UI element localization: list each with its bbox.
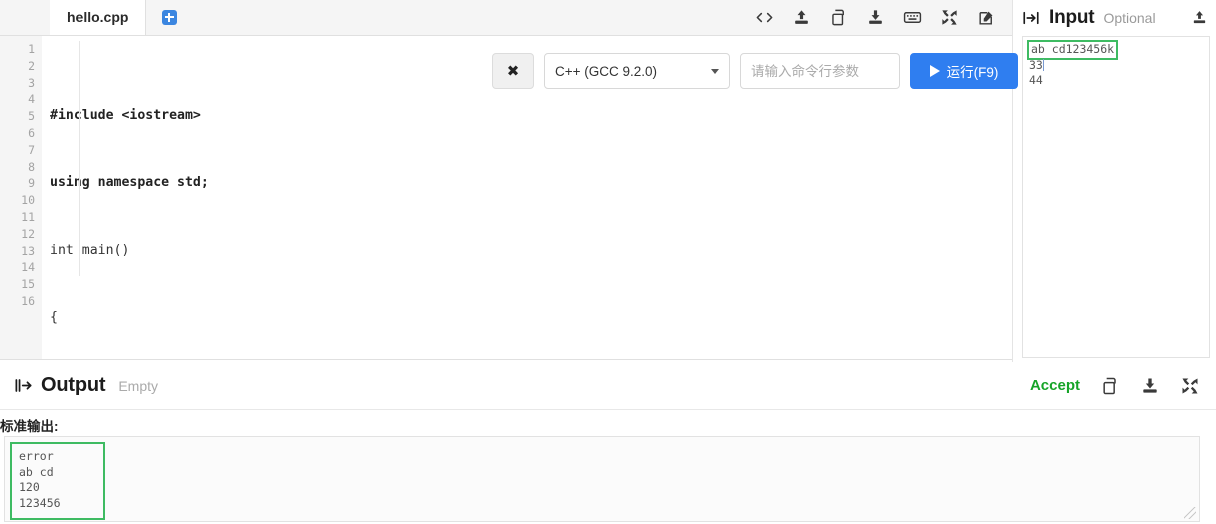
line-number: 2 <box>28 58 35 73</box>
input-optional-label: Optional <box>1103 9 1156 26</box>
stdout-line: error <box>19 449 54 463</box>
code-token-text: std; <box>169 175 209 191</box>
add-tab-button[interactable] <box>146 0 192 35</box>
plus-square-icon <box>161 9 177 25</box>
chevron-down-icon <box>711 68 719 74</box>
output-status: Empty <box>118 377 159 394</box>
download-icon[interactable] <box>866 8 885 27</box>
code-token-keyword: using namespace <box>50 175 170 191</box>
output-body: 标准输出: error ab cd 120 123456 <box>0 411 1216 524</box>
line-number: 13 <box>21 243 35 258</box>
download-icon[interactable] <box>1140 376 1160 396</box>
input-line-highlighted: ab cd123456k <box>1026 40 1203 60</box>
indent-guide <box>79 41 80 276</box>
line-number: 12 <box>21 226 35 241</box>
input-line: 33 <box>1029 58 1203 74</box>
code-line-3: int main() <box>50 242 130 258</box>
line-number: 14 <box>21 260 35 275</box>
input-highlight-box: ab cd123456k <box>1026 40 1119 60</box>
tab-strip-gutter <box>0 0 50 35</box>
edit-icon[interactable] <box>977 8 996 27</box>
fullscreen-icon[interactable] <box>1180 376 1200 396</box>
code-brackets-icon[interactable] <box>755 8 774 27</box>
stdout-line: ab cd <box>19 464 54 479</box>
copy-icon[interactable] <box>1100 376 1120 396</box>
editor-tab-hello-cpp[interactable]: hello.cpp <box>50 0 147 35</box>
line-number: 11 <box>21 209 35 224</box>
stdout-label: 标准输出: <box>0 419 59 434</box>
run-button[interactable]: 运行(F9) <box>910 53 1018 89</box>
editor-toolbar <box>755 0 1012 35</box>
copy-icon[interactable] <box>829 8 848 27</box>
line-number: 8 <box>28 159 35 174</box>
sign-out-arrow-icon <box>14 376 33 395</box>
language-select-value: C++ (GCC 9.2.0) <box>555 63 658 79</box>
stdout-line: 123456 <box>19 495 61 510</box>
input-panel-title: Input <box>1049 6 1095 28</box>
editor-column: hello.cpp 1 2 3 4 5 6 7 8 9 10 11 12 13 … <box>0 0 1018 362</box>
line-number: 5 <box>28 109 35 124</box>
language-select[interactable]: C++ (GCC 9.2.0) <box>544 53 730 89</box>
play-icon <box>929 65 940 77</box>
stop-button-label: ✖ <box>506 63 520 80</box>
code-line-2: using namespace std; <box>50 175 1012 192</box>
line-number: 3 <box>28 75 35 90</box>
input-line-text: 33 <box>1029 57 1043 72</box>
fullscreen-icon[interactable] <box>940 8 959 27</box>
output-actions: Accept <box>1030 376 1200 396</box>
keyboard-icon[interactable] <box>903 8 922 27</box>
stop-button[interactable]: ✖ <box>492 53 534 89</box>
text-caret <box>1042 58 1044 71</box>
input-panel-header: Input Optional <box>1013 0 1216 33</box>
line-number: 7 <box>28 142 35 157</box>
upload-icon[interactable] <box>1191 9 1208 26</box>
code-playground-app: hello.cpp 1 2 3 4 5 6 7 8 9 10 11 12 13 … <box>0 0 1216 524</box>
resize-handle[interactable] <box>1184 507 1196 519</box>
line-number: 9 <box>28 176 35 191</box>
stdout-highlight-box: error ab cd 120 123456 <box>10 442 105 520</box>
input-textarea[interactable]: ab cd123456k 33 44 <box>1022 36 1210 358</box>
stdout-line: 120 <box>19 480 40 494</box>
stdout-textarea[interactable]: error ab cd 120 123456 <box>4 436 1200 522</box>
line-number: 4 <box>28 92 35 107</box>
top-area: hello.cpp 1 2 3 4 5 6 7 8 9 10 11 12 13 … <box>0 0 1216 362</box>
output-panel-header: Output Empty Accept <box>0 362 1216 410</box>
tab-strip: hello.cpp <box>0 0 1012 36</box>
code-line-4: { <box>50 309 58 325</box>
editor-tab-label: hello.cpp <box>67 9 129 25</box>
compile-toolbar: ✖ C++ (GCC 9.2.0) 运行(F9) <box>492 53 1018 89</box>
sign-in-arrow-icon <box>1022 9 1040 27</box>
line-number-gutter: 1 2 3 4 5 6 7 8 9 10 11 12 13 14 15 16 <box>0 36 42 359</box>
run-button-label: 运行(F9) <box>946 65 999 80</box>
code-token-keyword: #include <box>50 108 114 124</box>
line-number: 10 <box>21 193 35 208</box>
input-panel: Input Optional ab cd123456k 33 44 <box>1012 0 1216 362</box>
command-args-input[interactable] <box>740 53 900 89</box>
code-line-1: #include <iostream> <box>50 108 1012 125</box>
line-number: 6 <box>28 125 35 140</box>
accept-button[interactable]: Accept <box>1030 377 1080 394</box>
output-panel-title: Output <box>41 374 106 396</box>
code-token-text: <iostream> <box>113 108 201 124</box>
line-number: 15 <box>21 277 35 292</box>
input-line: 44 <box>1029 73 1043 87</box>
line-number: 16 <box>21 293 35 308</box>
upload-icon[interactable] <box>792 8 811 27</box>
line-number: 1 <box>28 42 35 56</box>
